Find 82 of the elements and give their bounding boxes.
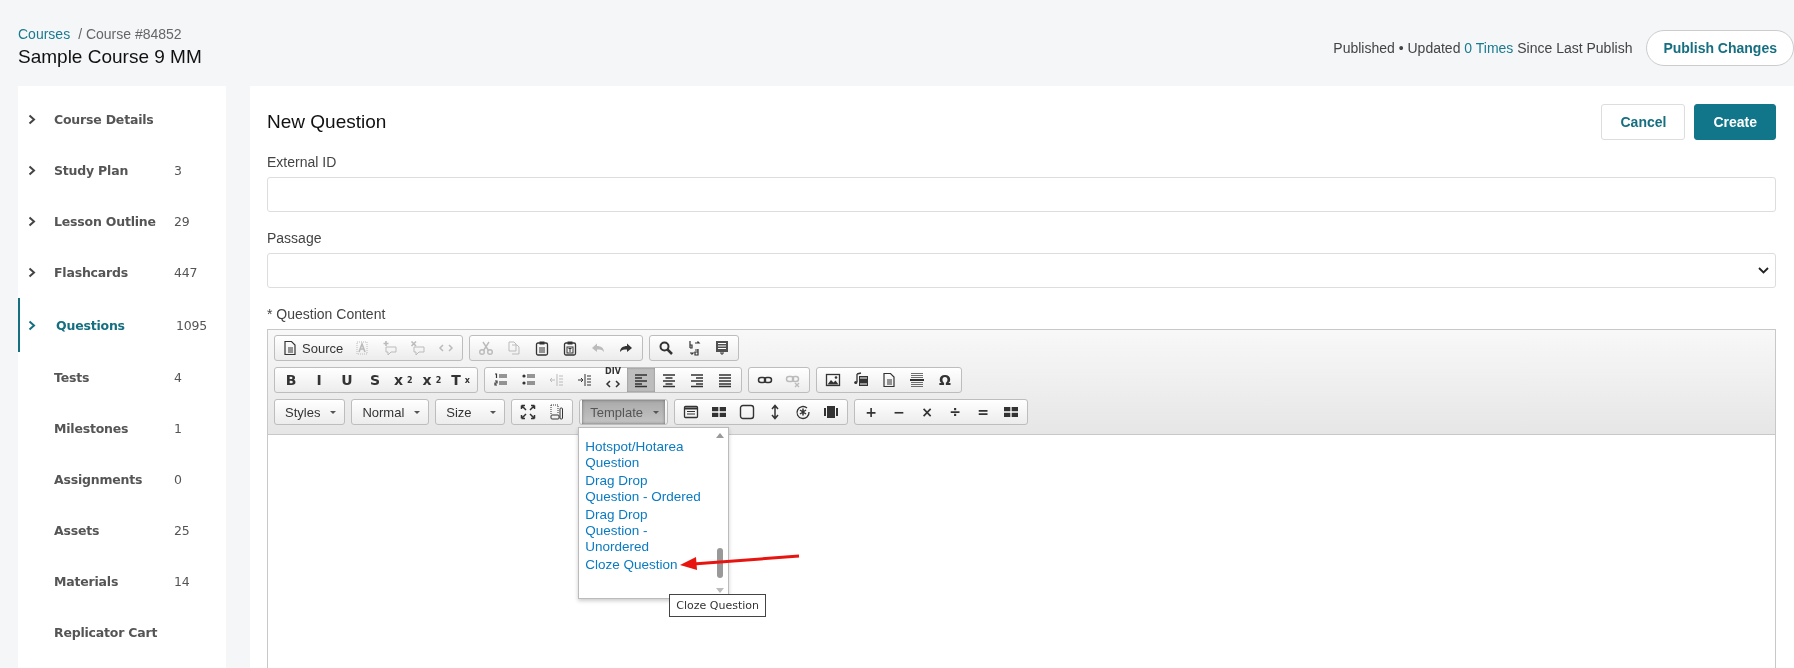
horizontal-lines-icon <box>908 372 925 388</box>
document-icon <box>714 340 731 356</box>
table-icon <box>711 404 728 420</box>
copy-icon <box>506 340 523 356</box>
toolbar-button[interactable]: U <box>333 368 361 392</box>
field-label: External ID <box>267 154 338 170</box>
template-dropdown[interactable]: Template <box>582 400 666 424</box>
cancel-button[interactable]: Cancel <box>1601 104 1686 140</box>
template-option[interactable]: Drag Drop Question - Ordered <box>585 473 704 505</box>
template-option[interactable]: Drag Drop Question - Unordered <box>585 507 704 555</box>
sidebar-item[interactable]: Study Plan 3 <box>18 145 226 196</box>
numbered-list-icon <box>492 372 509 388</box>
caret-icon <box>653 410 660 414</box>
remove-comment-icon <box>410 340 427 356</box>
caret-icon <box>414 410 421 414</box>
sidebar-item[interactable]: Materials 14 <box>18 556 226 607</box>
toolbar-button[interactable]: = <box>969 400 998 424</box>
toolbar-button[interactable]: S <box>361 368 389 392</box>
indent-icon <box>576 372 593 388</box>
page-icon <box>282 340 298 356</box>
resize-icon <box>548 404 565 420</box>
toolbar-button[interactable]: x$^{2}$ <box>417 368 447 392</box>
toolbar-button[interactable]: × <box>913 400 942 424</box>
template-option[interactable]: Cloze Question <box>585 557 678 573</box>
align-right-icon <box>688 372 705 388</box>
caret-icon <box>330 410 337 414</box>
toolbar-button[interactable]: − <box>885 400 914 424</box>
chevron-down-icon <box>1758 267 1769 274</box>
publish-status: Published • Updated 0 Times Since Last Publish <box>1333 40 1633 56</box>
sidebar-item[interactable]: Milestones 1 <box>18 403 226 454</box>
toolbar-button[interactable]: B <box>277 368 305 392</box>
publish-changes-button[interactable]: Publish Changes <box>1646 30 1794 66</box>
toolbar-button[interactable] <box>626 368 655 392</box>
field-label: Passage <box>267 230 323 246</box>
sidebar-item[interactable]: Assets 25 <box>18 505 226 556</box>
media-icon <box>852 372 869 388</box>
outdent-icon <box>548 372 565 388</box>
field-label: * Question Content <box>267 306 387 322</box>
sidebar-item[interactable]: Replicator Cart <box>18 607 226 658</box>
breadcrumb-current: / Course #84852 <box>78 26 182 42</box>
square-icon <box>739 404 756 420</box>
course-title: Sample Course 9 MM <box>18 46 202 68</box>
sidebar-item[interactable]: Course Details <box>18 94 226 145</box>
form-icon <box>683 404 700 420</box>
bulleted-list-icon <box>520 372 537 388</box>
sidebar-item[interactable]: Lesson Outline 29 <box>18 196 226 247</box>
caret-icon <box>490 410 497 414</box>
format-dropdown[interactable]: Styles <box>277 400 343 424</box>
sidebar-item[interactable]: Flashcards 447 <box>18 247 226 298</box>
breadcrumb-link[interactable]: Courses <box>18 26 71 42</box>
spellcheck-icon <box>354 340 371 356</box>
image-icon <box>824 372 841 388</box>
justify-icon <box>716 372 733 388</box>
form-title: New Question <box>267 111 387 133</box>
align-center-icon <box>660 372 677 388</box>
template-option[interactable]: Hotspot/Hotarea Question <box>585 439 704 471</box>
tooltip: Cloze Question <box>669 594 767 617</box>
source-button[interactable]: Source <box>277 336 349 360</box>
paste-icon <box>534 340 551 356</box>
toolbar-button[interactable]: Ω <box>930 368 959 392</box>
external-id-field[interactable] <box>267 177 1776 212</box>
search-icon <box>658 340 675 356</box>
toolbar-button[interactable]: + <box>857 400 886 424</box>
align-left-icon <box>632 372 649 388</box>
add-comment-icon <box>382 340 399 356</box>
sidebar-item[interactable]: Tests 4 <box>18 352 226 403</box>
toolbar-button[interactable]: ÷ <box>941 400 970 424</box>
format-dropdown[interactable]: Size <box>438 400 503 424</box>
sidebar-item[interactable]: Questions 1095 <box>18 298 226 352</box>
cut-icon <box>478 340 495 356</box>
page-icon <box>880 372 897 388</box>
format-dropdown[interactable]: Normal <box>354 400 427 424</box>
toolbar-button[interactable]: I <box>305 368 333 392</box>
replace-icon <box>686 340 703 356</box>
table-icon <box>1003 404 1020 420</box>
sidebar-item[interactable]: Assignments 0 <box>18 454 226 505</box>
paste-text-icon <box>562 340 579 356</box>
film-icon <box>823 404 840 420</box>
asterisk-icon <box>795 404 812 420</box>
maximize-icon <box>520 404 537 420</box>
create-button[interactable]: Create <box>1694 104 1776 140</box>
div-button[interactable]: DIV <box>598 368 627 392</box>
